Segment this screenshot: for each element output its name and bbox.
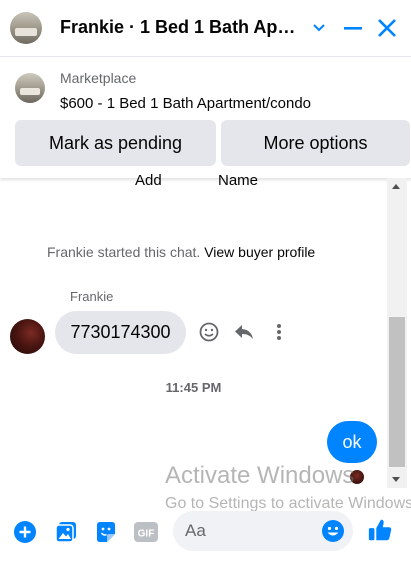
- activate-windows-title: Activate Windows: [165, 462, 355, 489]
- emoji-icon[interactable]: [321, 519, 345, 543]
- message-composer: GIF Aa: [0, 508, 411, 567]
- partial-text-name: Name: [218, 172, 259, 189]
- mark-as-pending-button[interactable]: Mark as pending: [15, 120, 216, 166]
- gif-label: GIF: [138, 529, 155, 540]
- partial-text-add: Add: [135, 172, 162, 189]
- gif-icon[interactable]: GIF: [133, 519, 159, 545]
- minimize-icon[interactable]: [339, 14, 367, 42]
- chat-started-notice: Frankie started this chat. View buyer pr…: [47, 244, 315, 260]
- sender-avatar[interactable]: [10, 319, 45, 354]
- chat-header: Frankie · 1 Bed 1 Bath Apar...: [0, 0, 411, 56]
- scroll-up-arrow[interactable]: [392, 184, 400, 189]
- incoming-message-bubble[interactable]: 7730174300: [55, 311, 186, 354]
- outgoing-message-bubble[interactable]: ok: [327, 421, 377, 463]
- message-input[interactable]: Aa: [173, 511, 353, 551]
- message-input-placeholder: Aa: [185, 521, 206, 540]
- view-buyer-profile-link[interactable]: View buyer profile: [204, 244, 315, 260]
- scroll-thumb[interactable]: [389, 317, 405, 467]
- listing-source: Marketplace: [60, 70, 137, 86]
- react-emoji-icon[interactable]: [198, 321, 220, 343]
- more-options-button[interactable]: More options: [221, 120, 410, 166]
- more-actions-icon[interactable]: [268, 321, 290, 343]
- photo-icon[interactable]: [53, 519, 79, 545]
- sender-name: Frankie: [70, 289, 114, 304]
- close-icon[interactable]: [373, 14, 401, 42]
- chat-scrollbar[interactable]: [387, 178, 407, 488]
- listing-avatar[interactable]: [10, 12, 42, 44]
- listing-thumbnail[interactable]: [15, 73, 45, 103]
- scroll-down-arrow[interactable]: [392, 477, 400, 482]
- reply-icon[interactable]: [233, 321, 255, 343]
- listing-description[interactable]: $600 - 1 Bed 1 Bath Apartment/condo: [60, 95, 311, 112]
- plus-icon[interactable]: [12, 519, 38, 545]
- thumbs-up-icon[interactable]: [367, 517, 393, 543]
- sticker-icon[interactable]: [93, 519, 119, 545]
- messenger-chat-window: Frankie · 1 Bed 1 Bath Apar... Marketpla…: [0, 0, 411, 567]
- message-timestamp: 11:45 PM: [165, 380, 222, 395]
- chat-title[interactable]: Frankie · 1 Bed 1 Bath Apar...: [60, 17, 305, 38]
- marketplace-listing-card: Marketplace $600 - 1 Bed 1 Bath Apartmen…: [0, 56, 411, 178]
- chevron-down-icon[interactable]: [305, 14, 333, 42]
- chat-started-text: Frankie started this chat.: [47, 244, 201, 260]
